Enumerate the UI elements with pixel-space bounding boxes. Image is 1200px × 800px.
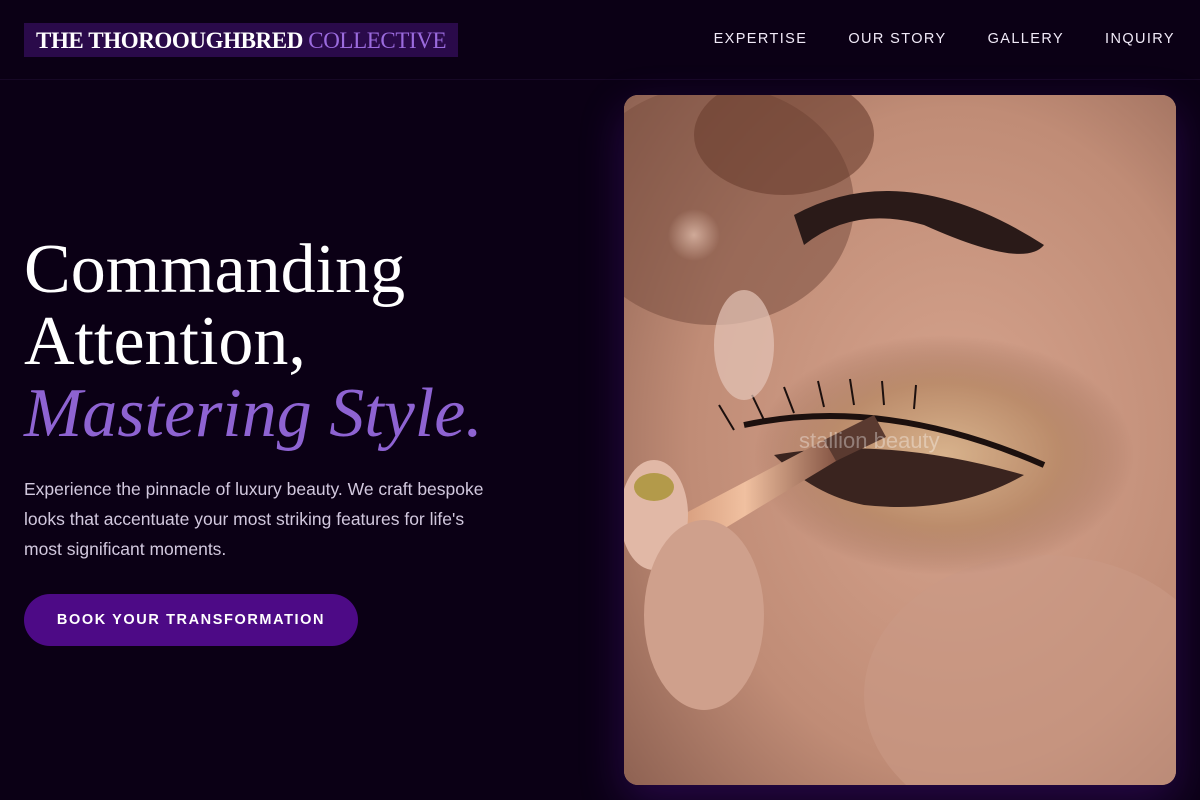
brand-logo[interactable]: THE THOROOUGHBRED COLLECTIVE bbox=[24, 23, 459, 57]
hero-title: Commanding Attention, Mastering Style. bbox=[24, 234, 483, 450]
makeup-photo-illustration: stallion beauty bbox=[624, 95, 1176, 785]
site-header: THE THOROOUGHBRED COLLECTIVE EXPERTISE O… bbox=[0, 0, 1200, 80]
hero-title-line-2: Attention, bbox=[24, 303, 306, 380]
nav-link-inquiry[interactable]: INQUIRY bbox=[1105, 29, 1175, 49]
nav-link-gallery[interactable]: GALLERY bbox=[988, 29, 1064, 49]
image-watermark-text: stallion beauty bbox=[799, 428, 940, 453]
nav-link-our-story[interactable]: OUR STORY bbox=[848, 29, 946, 49]
hero-title-accent: Mastering Style. bbox=[24, 375, 483, 452]
book-transformation-button[interactable]: BOOK YOUR TRANSFORMATION bbox=[24, 594, 358, 646]
logo-accent-text: COLLECTIVE bbox=[308, 28, 447, 53]
logo-main-text: THE THOROOUGHBRED bbox=[36, 28, 303, 53]
hero-title-line-1: Commanding bbox=[24, 231, 406, 308]
hero-description: Experience the pinnacle of luxury beauty… bbox=[24, 479, 484, 559]
nav-link-expertise[interactable]: EXPERTISE bbox=[714, 29, 808, 49]
main-nav: EXPERTISE OUR STORY GALLERY INQUIRY bbox=[714, 29, 1175, 49]
hero-image-eye-makeup: stallion beauty bbox=[624, 95, 1176, 785]
